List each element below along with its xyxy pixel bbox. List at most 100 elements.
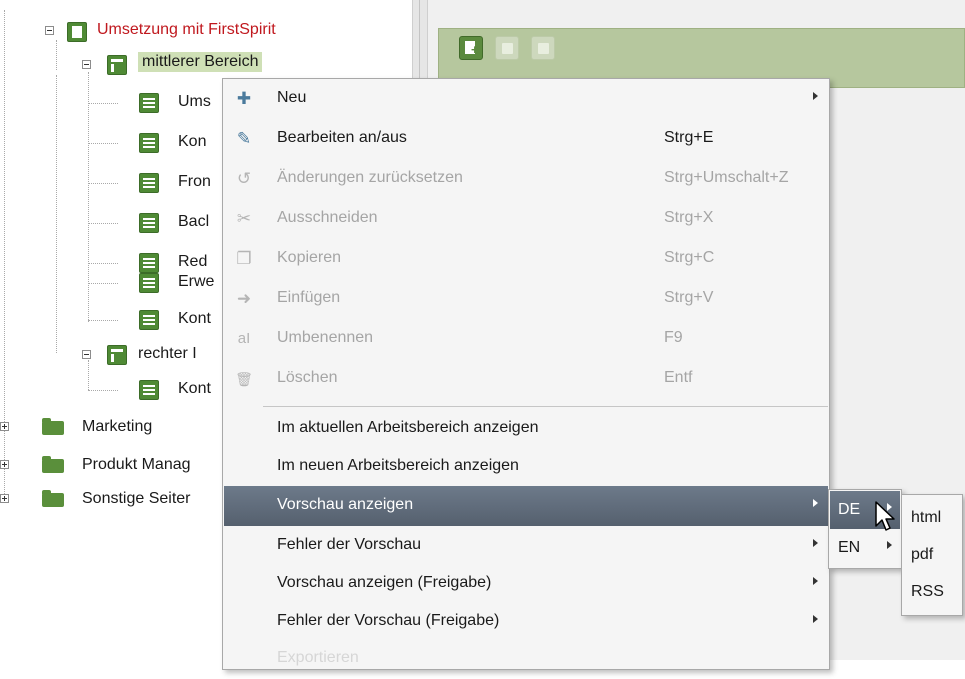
menu-item-label: Kopieren [277,249,342,266]
page-icon [139,173,159,193]
page-icon [139,310,159,330]
menu-item-shortcut: Strg+Umschalt+Z [664,169,789,186]
submenu-item-pdf[interactable]: pdf [903,536,961,574]
tree-node-label: rechter I [138,345,197,362]
undo-icon: ↺ [236,169,252,188]
expand-icon[interactable] [0,422,9,431]
mouse-cursor-icon [875,501,895,531]
trash-button[interactable] [531,36,555,60]
tree-node-label: Kon [178,133,207,150]
menu-item-shortcut: F9 [664,329,683,346]
submenu-arrow-icon [813,539,818,547]
menu-separator [263,406,828,407]
menu-item-label: Fehler der Vorschau [277,536,422,553]
submenu-arrow-icon [813,92,818,100]
menu-item-shortcut: Strg+E [664,129,714,146]
page-icon [139,133,159,153]
rename-icon: aI [237,330,251,347]
menu-item-vorschau-freigabe[interactable]: Vorschau anzeigen (Freigabe) [224,564,828,604]
menu-item-ausschneiden[interactable]: ✂ Ausschneiden Strg+X [224,199,828,239]
menu-item-label: Im aktuellen Arbeitsbereich anzeigen [277,419,539,436]
submenu-arrow-icon [813,615,818,623]
section-icon [107,345,127,365]
submenu-item-html[interactable]: html [903,499,961,537]
new-page-button[interactable] [459,36,483,60]
menu-item-label: Bearbeiten an/aus [277,129,407,146]
menu-item-loeschen[interactable]: 🗑 Löschen Entf [224,359,828,399]
expand-icon[interactable] [0,460,9,469]
page-store-icon [67,22,87,42]
folder-icon [42,456,64,473]
menu-item-vorschau-anzeigen[interactable]: Vorschau anzeigen [224,486,828,526]
menu-item-shortcut: Entf [664,369,693,386]
folder-icon [42,418,64,435]
menu-item-shortcut: Strg+X [664,209,714,226]
collapse-icon[interactable] [82,60,91,69]
tree-node-label: Kont [178,380,211,397]
context-menu: ✚ Neu ✎ Bearbeiten an/aus Strg+E ↺ Änder… [222,78,830,670]
page-icon [139,253,159,273]
tree-node-label: Produkt Manag [82,456,191,473]
page-icon [139,273,159,293]
tree-node-label: mittlerer Bereich [138,52,263,72]
page-icon [139,93,159,113]
menu-item-im-aktuellen-arbeitsbereich[interactable]: Im aktuellen Arbeitsbereich anzeigen [224,409,828,449]
submenu-item-label: EN [838,539,861,556]
tree-node-label: Red [178,253,208,270]
menu-item-im-neuen-arbeitsbereich[interactable]: Im neuen Arbeitsbereich anzeigen [224,447,828,487]
tree-node-label: Umsetzung mit FirstSpirit [97,21,276,38]
page-icon [139,213,159,233]
submenu-item-label: DE [838,501,861,518]
menu-item-label: Umbenennen [277,329,374,346]
copy-icon: ❐ [236,249,252,268]
menu-item-aenderungen-zuruecksetzen[interactable]: ↺ Änderungen zurücksetzen Strg+Umschalt+… [224,159,828,199]
tree-node-label: Bacl [178,213,210,230]
folder-icon [42,490,64,507]
submenu-item-en[interactable]: EN [830,529,900,567]
menu-item-fehler-der-vorschau-freigabe[interactable]: Fehler der Vorschau (Freigabe) [224,602,828,642]
menu-item-exportieren[interactable]: Exportieren [224,639,828,679]
menu-item-einfuegen[interactable]: ➜ Einfügen Strg+V [224,279,828,319]
submenu-item-rss[interactable]: RSS [903,573,961,611]
submenu-arrow-icon [813,577,818,585]
new-icon: ✚ [236,89,252,108]
menu-item-umbenennen[interactable]: aI Umbenennen F9 [224,319,828,359]
menu-item-kopieren[interactable]: ❐ Kopieren Strg+C [224,239,828,279]
submenu-arrow-icon [887,541,892,549]
tree-node-label: Kont [178,310,211,327]
image-button[interactable] [495,36,519,60]
submenu-item-label: RSS [911,583,944,600]
section-icon [107,55,127,75]
collapse-icon[interactable] [45,26,54,35]
scissors-icon: ✂ [236,209,252,228]
expand-icon[interactable] [0,494,9,503]
menu-item-label: Einfügen [277,289,341,306]
menu-item-label: Fehler der Vorschau (Freigabe) [277,612,500,629]
delete-icon: 🗑 [235,371,253,387]
menu-item-label: Im neuen Arbeitsbereich anzeigen [277,457,519,474]
tree-node-label: Fron [178,173,211,190]
submenu-arrow-icon [813,499,818,507]
tree-node-label: Erwe [178,273,215,290]
menu-item-label: Vorschau anzeigen [277,496,414,513]
menu-item-shortcut: Strg+C [664,249,715,266]
menu-item-shortcut: Strg+V [664,289,714,306]
tree-node-label: Ums [178,93,211,110]
paste-icon: ➜ [236,289,252,308]
menu-item-label: Neu [277,89,307,106]
menu-item-label: Löschen [277,369,338,386]
edit-icon: ✎ [236,129,252,148]
submenu-item-label: pdf [911,546,934,563]
menu-item-fehler-der-vorschau[interactable]: Fehler der Vorschau [224,526,828,566]
menu-item-bearbeiten[interactable]: ✎ Bearbeiten an/aus Strg+E [224,119,828,159]
menu-item-label: Ausschneiden [277,209,378,226]
menu-item-neu[interactable]: ✚ Neu [224,79,828,119]
tree-node-label: Sonstige Seiter [82,490,191,507]
collapse-icon[interactable] [82,350,91,359]
format-submenu: html pdf RSS [901,494,963,616]
submenu-item-label: html [911,509,942,526]
menu-item-label: Änderungen zurücksetzen [277,169,463,186]
page-icon [139,380,159,400]
menu-item-label: Vorschau anzeigen (Freigabe) [277,574,492,591]
menu-item-label: Exportieren [277,649,359,666]
